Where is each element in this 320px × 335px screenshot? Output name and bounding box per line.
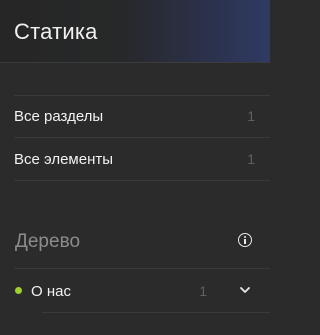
section-item-count: 1 — [247, 108, 255, 124]
section-item-label: Все элементы — [14, 151, 114, 168]
divider — [14, 180, 270, 181]
tree-item-label: О нас — [31, 283, 71, 300]
info-icon[interactable] — [238, 233, 252, 247]
tree-item-about[interactable]: О нас 1 — [0, 269, 270, 311]
divider — [42, 312, 270, 313]
section-item-all-sections[interactable]: Все разделы 1 — [14, 96, 270, 136]
sidebar-panel: Статика Все разделы 1 Все элементы 1 Дер… — [0, 0, 270, 335]
panel-header: Статика — [0, 0, 270, 63]
tree-section-title: Дерево — [15, 231, 81, 252]
section-item-count: 1 — [247, 151, 255, 167]
status-dot — [15, 287, 22, 294]
section-item-all-elements[interactable]: Все элементы 1 — [14, 138, 270, 180]
panel-title: Статика — [14, 19, 98, 44]
section-item-label: Все разделы — [14, 108, 104, 125]
tree-item-count: 1 — [199, 283, 207, 299]
chevron-down-icon[interactable] — [238, 283, 252, 297]
